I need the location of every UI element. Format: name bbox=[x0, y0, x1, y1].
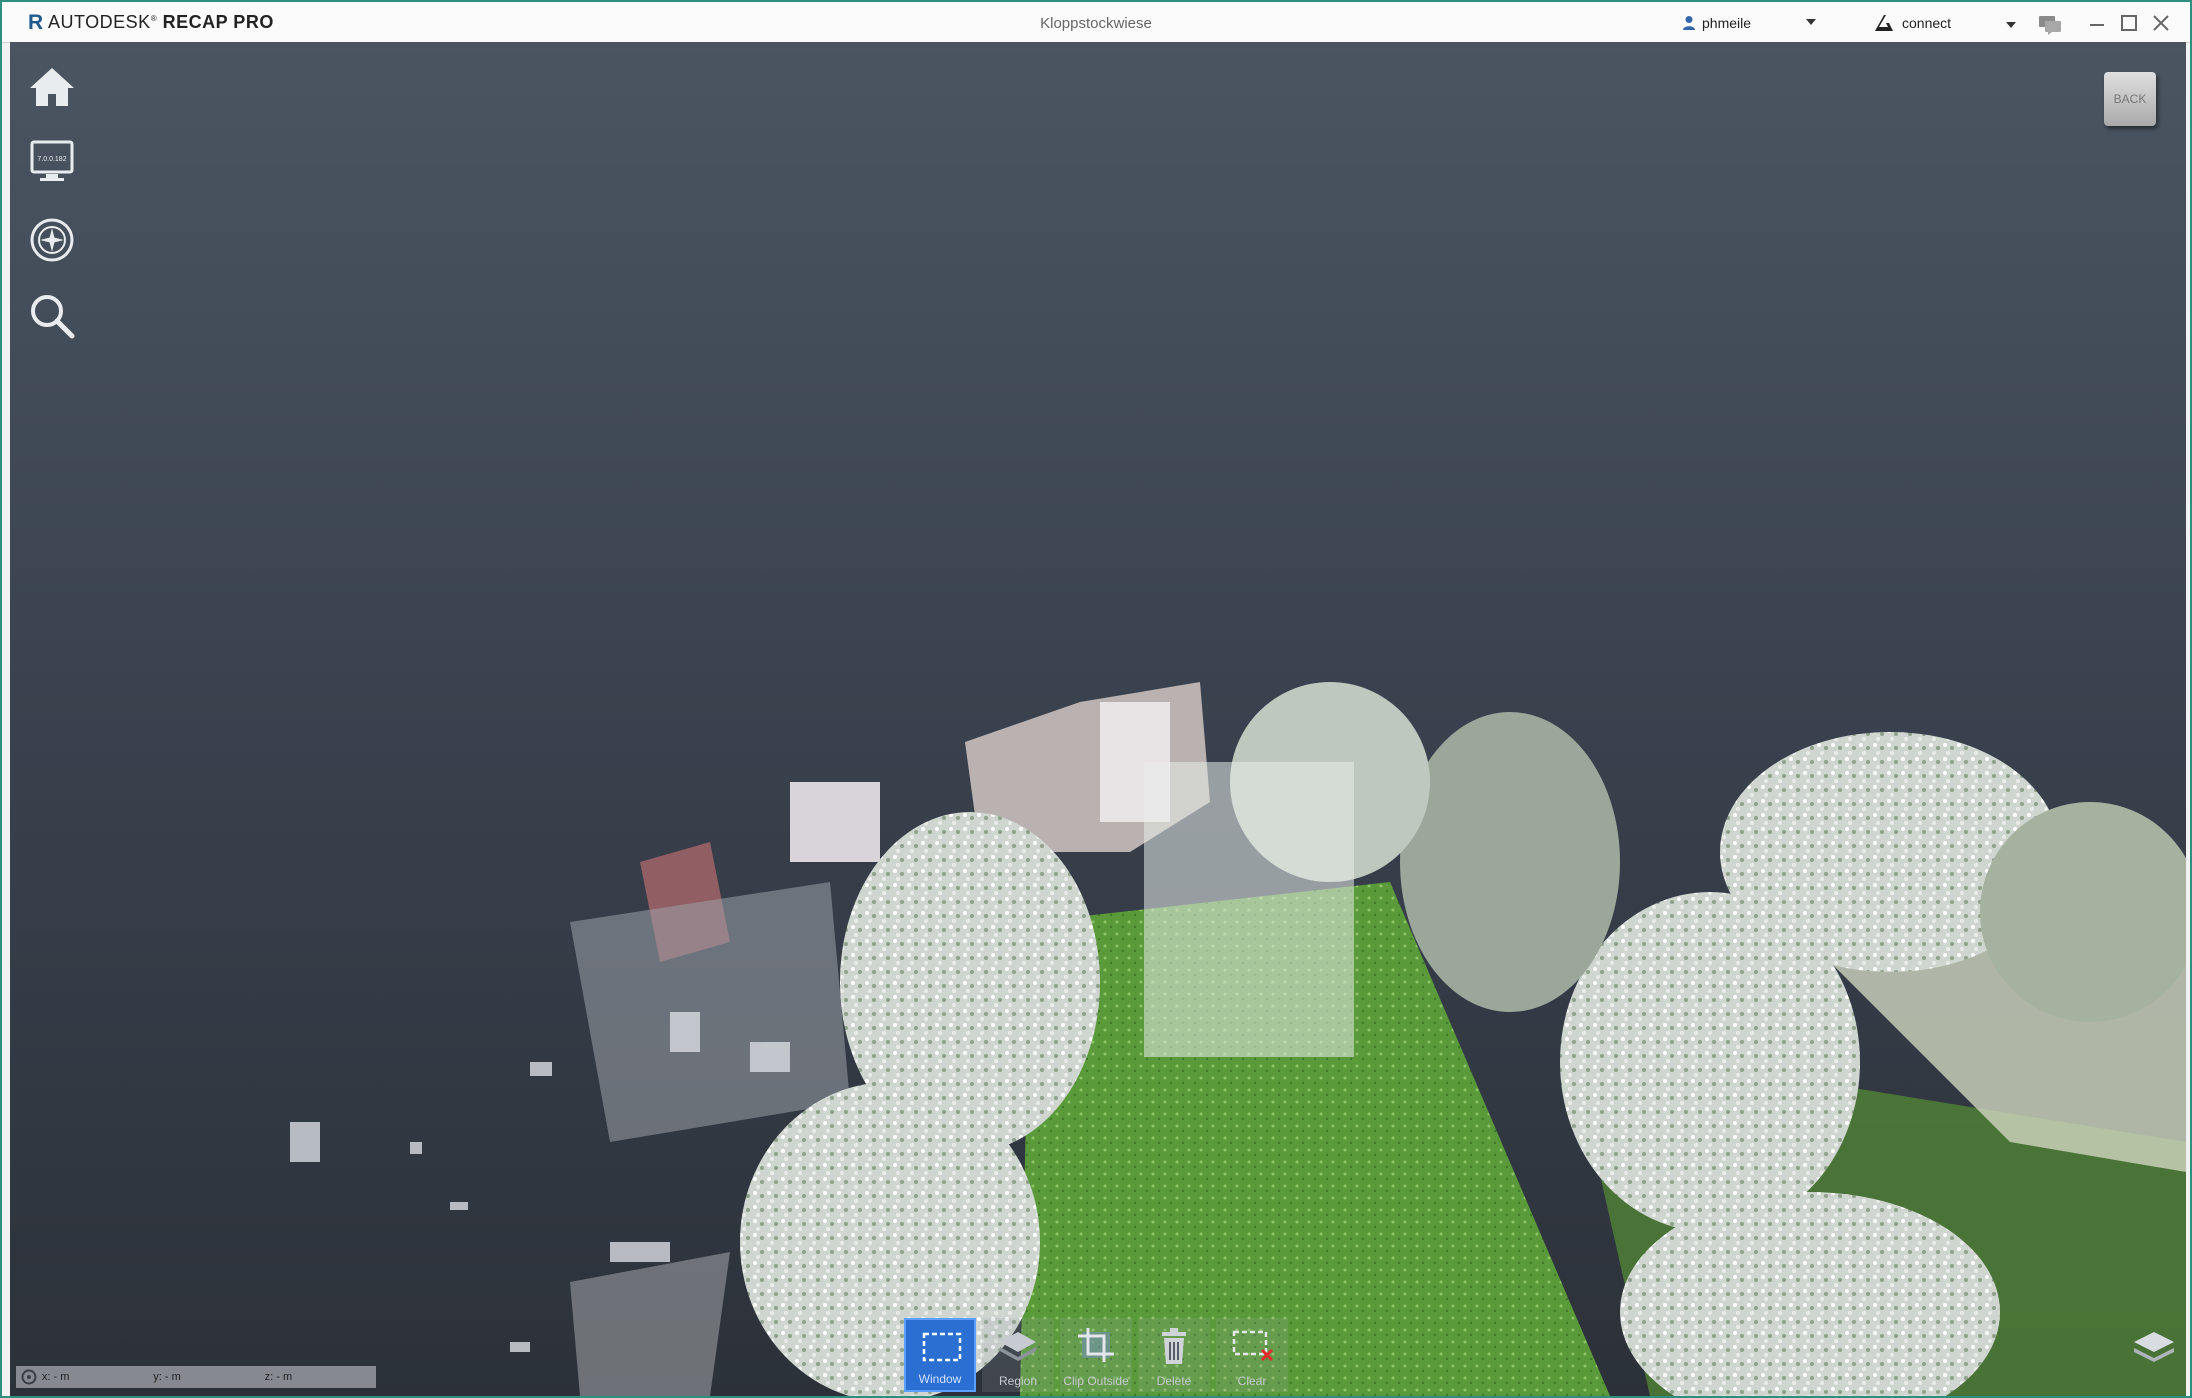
user-menu[interactable]: phmeile bbox=[1682, 12, 1751, 34]
title-bar: R AUTODESK® RECAP PRO Kloppstockwiese ph… bbox=[2, 2, 2190, 43]
brand-text: AUTODESK® RECAP PRO bbox=[48, 12, 274, 32]
selection-window[interactable] bbox=[1144, 762, 1354, 1057]
3d-viewport[interactable]: 7.0.0.182 BACK x: - m y: - m z: - m Wind… bbox=[10, 42, 2186, 1396]
view-cube[interactable]: BACK bbox=[2104, 72, 2156, 126]
gear-icon[interactable] bbox=[20, 1368, 38, 1386]
user-dropdown-icon[interactable] bbox=[1806, 19, 1816, 25]
coord-x: x: - m bbox=[41, 1371, 70, 1383]
region-label: Region bbox=[998, 1374, 1038, 1388]
connect-menu[interactable]: connect bbox=[1874, 14, 1951, 32]
brand-name: RECAP PRO bbox=[162, 12, 274, 32]
home-icon[interactable] bbox=[24, 58, 80, 114]
clear-selection-icon bbox=[1232, 1330, 1274, 1362]
recap-logo-icon: R bbox=[28, 10, 44, 34]
search-icon[interactable] bbox=[24, 288, 80, 344]
window-button[interactable]: Window bbox=[904, 1318, 976, 1392]
region-icon bbox=[1000, 1332, 1036, 1361]
delete-button[interactable]: Delete bbox=[1138, 1318, 1210, 1392]
clear-button[interactable]: Clear bbox=[1216, 1318, 1288, 1392]
monitor-icon[interactable]: 7.0.0.182 bbox=[24, 134, 80, 190]
delete-label: Delete bbox=[1156, 1374, 1192, 1388]
point-cloud-scene[interactable] bbox=[10, 42, 2186, 1396]
autodesk-a-icon bbox=[1875, 15, 1893, 31]
layers-icon[interactable] bbox=[2132, 1328, 2176, 1368]
app-brand: R AUTODESK® RECAP PRO bbox=[28, 12, 274, 33]
coordinate-readout: x: - m y: - m z: - m bbox=[16, 1366, 376, 1388]
coord-y: y: - m bbox=[153, 1371, 181, 1383]
user-name: phmeile bbox=[1702, 15, 1752, 31]
minimize-icon[interactable] bbox=[2086, 12, 2108, 34]
connect-label: connect bbox=[1902, 15, 1952, 31]
user-icon bbox=[1683, 16, 1695, 30]
display-version: 7.0.0.182 bbox=[37, 156, 66, 163]
clip-outside-button[interactable]: Clip Outside bbox=[1060, 1318, 1132, 1392]
brand-prefix: AUTODESK bbox=[48, 12, 151, 32]
window-select-icon bbox=[922, 1332, 962, 1362]
window-label: Window bbox=[918, 1372, 962, 1386]
coord-z: z: - m bbox=[264, 1371, 293, 1383]
maximize-icon[interactable] bbox=[2118, 12, 2140, 34]
connect-dropdown-icon[interactable] bbox=[2006, 22, 2016, 28]
region-button[interactable]: Region bbox=[982, 1318, 1054, 1392]
crop-icon bbox=[1078, 1328, 1114, 1362]
trash-icon bbox=[1162, 1328, 1186, 1364]
app-window: R AUTODESK® RECAP PRO Kloppstockwiese ph… bbox=[0, 0, 2192, 1398]
compass-icon[interactable] bbox=[24, 212, 80, 268]
clip-outside-label: Clip Outside bbox=[1063, 1374, 1129, 1388]
close-icon[interactable] bbox=[2150, 12, 2172, 34]
clear-label: Clear bbox=[1237, 1374, 1267, 1388]
document-title: Kloppstockwiese bbox=[1040, 15, 1152, 32]
limit-box-toolbar: Window Region Clip Outside Delete Clear bbox=[904, 1318, 1288, 1392]
chat-icon[interactable] bbox=[2038, 15, 2062, 35]
